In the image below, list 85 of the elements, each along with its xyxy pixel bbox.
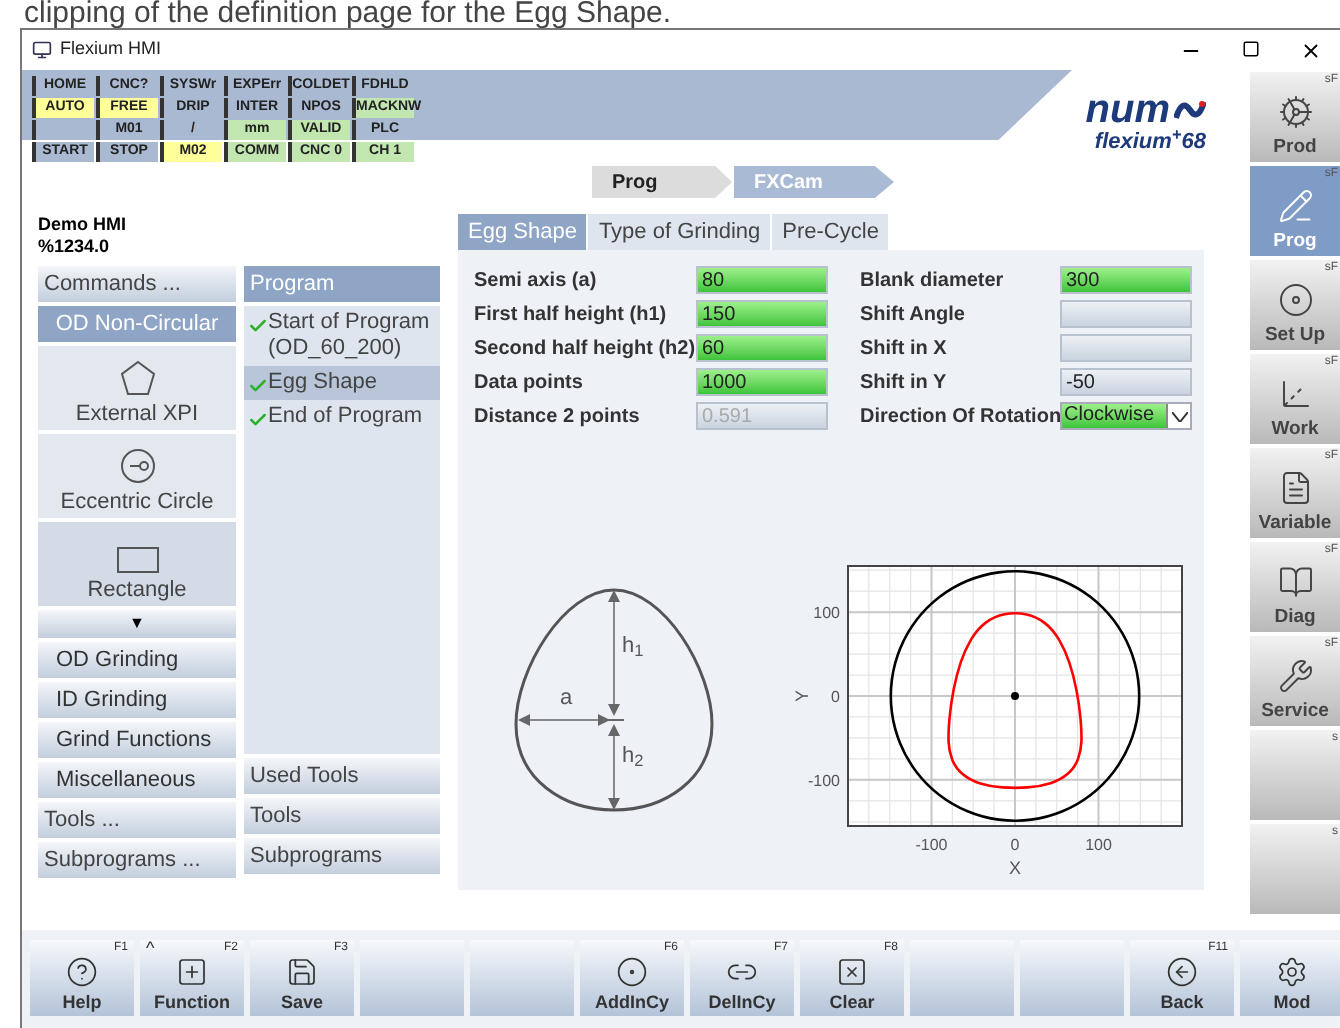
tab[interactable]: Type of Grinding [588, 214, 771, 250]
dimension-label: h$_{1}$ [622, 634, 644, 658]
input-field[interactable]: -50 [1060, 368, 1192, 396]
product-logo-text: flexium$^{+}$68 [1094, 130, 1206, 154]
input-field[interactable]: 60 [696, 334, 828, 362]
axis-title: X [1009, 858, 1021, 878]
blank-function-key[interactable] [360, 940, 464, 1016]
book-icon [1277, 564, 1313, 600]
field-label: Shift Angle [860, 301, 967, 329]
axis-tick-label: 100 [813, 604, 840, 623]
program-step[interactable]: End of Program [244, 400, 440, 434]
plus-icon [176, 956, 208, 988]
section-header[interactable]: Tools ... [38, 802, 236, 838]
gear-icon [1276, 956, 1308, 988]
command-tile[interactable]: Eccentric Circle [38, 434, 236, 518]
check-icon [248, 316, 268, 336]
pentagon-icon [117, 358, 157, 398]
blank-function-key[interactable] [1020, 940, 1124, 1016]
app-icon [32, 40, 52, 60]
document-icon [1277, 470, 1313, 506]
gear-icon [1277, 94, 1313, 130]
input-field[interactable]: 150 [696, 300, 828, 328]
command-tile[interactable]: Rectangle [38, 522, 236, 606]
help-icon [66, 956, 98, 988]
section-header[interactable]: Tools [244, 798, 440, 834]
field-label: Distance 2 points [474, 403, 642, 431]
window-title: Flexium HMI [60, 36, 162, 63]
field-label: Semi axis (a) [474, 267, 599, 295]
field-label: First half height (h1) [474, 301, 669, 329]
dimension-label: a [560, 686, 573, 710]
program-step[interactable]: Start of Program (OD_60_200) [244, 306, 440, 366]
command-item[interactable]: OD Grinding [38, 642, 236, 678]
program-name: Demo HMI [38, 214, 129, 236]
field-label: Shift in Y [860, 369, 949, 397]
tab[interactable]: Pre-Cycle [772, 214, 889, 250]
command-item[interactable]: Grind Functions [38, 722, 236, 758]
axis-tick-label: 100 [1085, 836, 1112, 854]
section-header[interactable]: Used Tools [244, 758, 440, 794]
section-header[interactable]: Subprograms [244, 838, 440, 874]
field-label: Second half height (h2) [474, 335, 696, 363]
program-step[interactable]: Egg Shape [244, 366, 440, 400]
section-header[interactable]: Subprograms ... [38, 842, 236, 878]
input-field[interactable] [1060, 334, 1192, 362]
close-icon [1299, 39, 1321, 61]
command-item[interactable]: Miscellaneous [38, 762, 236, 798]
axis-tick-label: -100 [915, 836, 948, 854]
floppy-icon [286, 956, 318, 988]
axis-tick-label: 0 [1010, 836, 1020, 854]
input-field[interactable]: 80 [696, 266, 828, 294]
field-label: Direction Of Rotation [860, 403, 1060, 431]
function-key[interactable]: Mod [1240, 940, 1340, 1016]
program-header: Program [244, 266, 440, 302]
section-header[interactable]: Commands ... [38, 266, 236, 302]
brand-logo-text: num [1085, 90, 1170, 130]
caption-text: clipping of the definition page for the Egg Shape. [22, 0, 674, 28]
input-field[interactable] [1060, 300, 1192, 328]
blank-function-key[interactable] [910, 940, 1014, 1016]
circle-point-icon [117, 446, 157, 486]
breadcrumb-item[interactable]: Prog [592, 166, 732, 198]
command-tile[interactable]: External XPI [38, 346, 236, 430]
axis-tick-label: -100 [807, 771, 840, 790]
field-label: Shift in X [860, 335, 949, 363]
pencil-icon [1277, 188, 1313, 224]
disc-icon [1277, 282, 1313, 318]
caret-icon [1166, 404, 1190, 428]
input-field[interactable]: 1000 [696, 368, 828, 396]
axis-tick-label: 0 [831, 688, 840, 706]
clear-icon [836, 956, 868, 988]
axis-title: Y [792, 690, 812, 702]
swoosh-logo-icon [1174, 98, 1206, 122]
blank-function-key[interactable] [470, 940, 574, 1016]
field-label: Blank diameter [860, 267, 1006, 295]
axes-icon [1277, 376, 1313, 412]
target-icon [616, 956, 648, 988]
input-field[interactable]: 300 [1060, 266, 1192, 294]
command-item[interactable]: ID Grinding [38, 682, 236, 718]
scroll-down-button[interactable]: ▼ [38, 610, 236, 638]
maximize-icon [1241, 39, 1259, 57]
center-point [1011, 692, 1019, 700]
dropdown-field[interactable]: Clockwise [1060, 402, 1192, 430]
field-label: Data points [474, 369, 585, 397]
program-number: %1234.0 [38, 236, 112, 258]
dimension-label: h$_{2}$ [622, 744, 644, 768]
rectangle-icon [115, 546, 159, 574]
wrench-icon [1277, 658, 1313, 694]
